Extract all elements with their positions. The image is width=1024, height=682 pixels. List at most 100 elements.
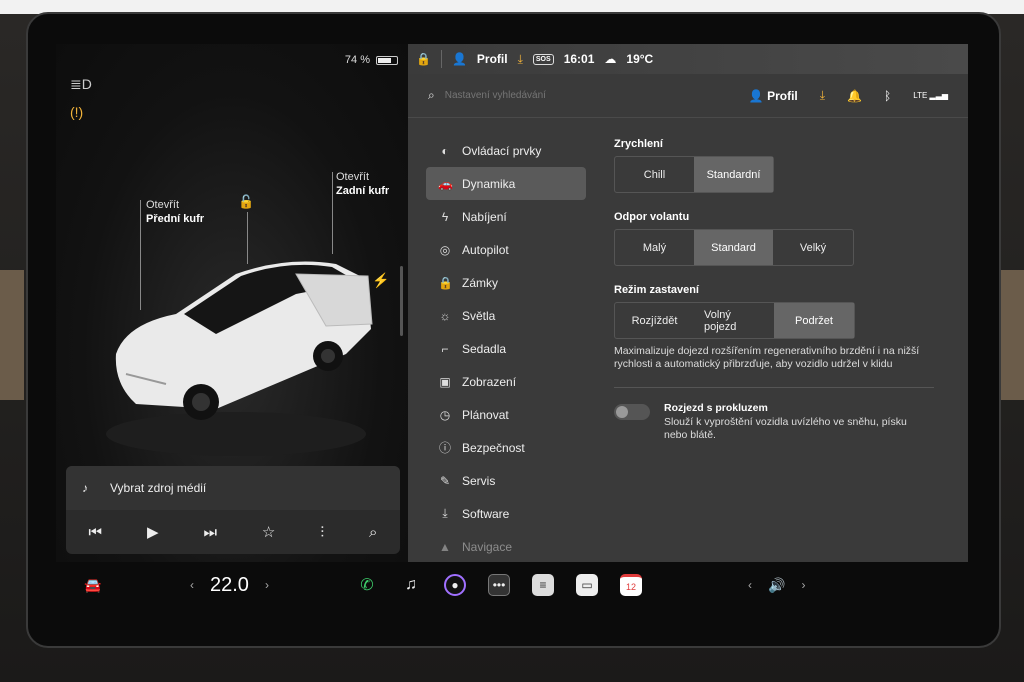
update-download-icon[interactable]: ⤓: [518, 52, 523, 67]
nav-item-label: Světla: [462, 308, 496, 323]
sos-icon[interactable]: SOS: [532, 53, 554, 65]
status-bar: 🔒 👤 Profil ⤓ SOS 16:01 ☁ 19°C: [408, 44, 968, 74]
nav-item-2[interactable]: ϟ Nabíjení: [426, 200, 586, 233]
battery-icon: [376, 55, 398, 65]
touchscreen: 74 % ≣D (!) Otevřít Přední kufr 🔓 Otevří…: [56, 44, 968, 562]
status-profile[interactable]: Profil: [477, 52, 508, 66]
next-track-icon[interactable]: ⏭: [203, 524, 217, 541]
nav-item-5[interactable]: ☼ Světla: [426, 299, 586, 332]
lte-label: LTE: [913, 91, 928, 100]
unlock-icon[interactable]: 🔓: [238, 194, 254, 210]
profile-button[interactable]: 👤 Profil: [749, 89, 798, 103]
notification-bell-icon[interactable]: 🔔: [847, 89, 862, 103]
dynamics-settings: Zrychlení Chill Standardní Odpor volantu …: [614, 138, 944, 442]
camera-icon[interactable]: ●: [444, 574, 466, 596]
calendar-icon[interactable]: 12: [620, 574, 642, 596]
lock-status-icon[interactable]: 🔒: [416, 52, 431, 66]
stopping-mode-selector: Rozjíždět Volný pojezd Podržet: [614, 302, 855, 339]
nav-item-10[interactable]: ✎ Servis: [426, 464, 586, 497]
nav-item-label: Bezpečnost: [462, 440, 525, 455]
cabin-temperature[interactable]: 22.0: [210, 574, 249, 597]
speaker-icon[interactable]: 🔊: [768, 577, 785, 594]
nav-item-8[interactable]: ◷ Plánovat: [426, 398, 586, 431]
lte-signal-icon: LTE ▂▃▅: [913, 91, 948, 100]
steering-option-2[interactable]: Velký: [773, 230, 853, 265]
nav-item-11[interactable]: ⤓ Software: [426, 497, 586, 530]
section-divider: [614, 387, 934, 388]
tire-pressure-icon[interactable]: (!): [70, 104, 83, 120]
headlight-icon[interactable]: ≣D: [70, 76, 92, 93]
nav-item-3[interactable]: ◎ Autopilot: [426, 233, 586, 266]
bolt-icon: ϟ: [441, 209, 449, 224]
alert-icon: ⓘ: [438, 441, 451, 455]
stopping-mode-description: Maximalizuje dojezd rozšířením regenerat…: [614, 345, 920, 370]
bottom-dock: 🚘 ‹ 22.0 › ✆ ♫ ● ••• ≡ ▭ 12 ‹ 🔊 ›: [56, 562, 968, 608]
nav-item-label: Zobrazení: [462, 374, 517, 389]
front-trunk-callout[interactable]: Otevřít Přední kufr: [146, 198, 204, 226]
stopping-mode-title: Režim zastavení: [614, 284, 699, 296]
volume-control: ‹ 🔊 ›: [748, 577, 805, 594]
stopping-option-2[interactable]: Podržet: [774, 303, 854, 338]
settings-search-input[interactable]: [444, 90, 705, 101]
nav-item-label: Navigace: [462, 539, 513, 554]
car-pane-scrollbar[interactable]: [400, 266, 403, 336]
phone-icon[interactable]: ✆: [356, 574, 378, 596]
acceleration-selector: Chill Standardní: [614, 156, 774, 193]
nav-item-label: Zámky: [462, 275, 498, 290]
settings-nav: ◐ Ovládací prvky 🚗 Dynamika ϟ Nabíjení ◎ Autopi…: [426, 134, 586, 562]
nav-item-4[interactable]: 🔒 Zámky: [426, 266, 586, 299]
equalizer-icon[interactable]: ⫶: [320, 524, 324, 541]
battery-percent: 74 %: [344, 54, 370, 66]
temp-up-icon[interactable]: ›: [265, 578, 269, 592]
profile-label: Profil: [767, 88, 798, 103]
front-trunk-label: Přední kufr: [146, 213, 205, 225]
slip-start-toggle[interactable]: [614, 404, 650, 420]
weather-cloud-icon: ☁: [604, 52, 617, 66]
dashboard-trim-left: [0, 270, 24, 400]
media-source-button[interactable]: ♪ Vybrat zdroj médií: [66, 466, 400, 510]
acceleration-option-0[interactable]: Chill: [615, 157, 694, 192]
nav-item-label: Sedadla: [462, 341, 507, 356]
clock-icon: ◷: [439, 407, 451, 422]
media-search-icon[interactable]: ⌕: [369, 524, 377, 541]
bluetooth-icon[interactable]: ᛒ: [884, 89, 891, 103]
rear-trunk-label: Zadní kufr: [336, 185, 390, 197]
nav-item-7[interactable]: ▣ Zobrazení: [426, 365, 586, 398]
steering-option-1[interactable]: Standard: [694, 230, 773, 265]
status-divider: [440, 50, 442, 68]
volume-down-icon[interactable]: ‹: [748, 578, 752, 592]
steering-option-0[interactable]: Malý: [615, 230, 694, 265]
nav-item-0[interactable]: ◐ Ovládací prvky: [426, 134, 586, 167]
nav-item-12[interactable]: ▲ Navigace: [426, 530, 586, 562]
slip-start-row: Rozjezd s prokluzem Slouží k vyproštění …: [614, 402, 944, 442]
music-icon[interactable]: ♫: [400, 574, 422, 596]
media-source-label: Vybrat zdroj médií: [110, 481, 207, 495]
temp-down-icon[interactable]: ‹: [190, 578, 194, 592]
rear-trunk-callout[interactable]: Otevřít Zadní kufr: [336, 170, 389, 198]
nav-item-1[interactable]: 🚗 Dynamika: [426, 167, 586, 200]
rear-trunk-action: Otevřít: [336, 171, 370, 183]
favorite-star-icon[interactable]: ☆: [262, 523, 275, 541]
notes-icon[interactable]: ≡: [532, 574, 554, 596]
steering-selector: Malý Standard Velký: [614, 229, 854, 266]
toybox-icon[interactable]: ▭: [576, 574, 598, 596]
acceleration-option-1[interactable]: Standardní: [694, 157, 773, 192]
steering-title: Odpor volantu: [614, 211, 690, 223]
battery-indicator: 74 %: [345, 54, 398, 66]
more-apps-icon[interactable]: •••: [488, 574, 510, 596]
software-update-icon[interactable]: ⤓: [820, 88, 825, 103]
search-icon: ⌕: [428, 88, 435, 102]
steering-wheel-icon: ◎: [439, 242, 451, 257]
play-icon[interactable]: ▶: [147, 523, 159, 541]
previous-track-icon[interactable]: ⏮: [88, 524, 102, 541]
nav-item-label: Nabíjení: [462, 209, 507, 224]
car-controls-icon[interactable]: 🚘: [84, 577, 101, 594]
front-trunk-action: Otevřít: [146, 199, 180, 211]
stopping-option-1[interactable]: Volný pojezd: [694, 303, 774, 338]
toggle-knob: [616, 406, 628, 418]
stopping-option-0[interactable]: Rozjíždět: [615, 303, 694, 338]
settings-search-row: ⌕ 👤 Profil ⤓ 🔔 ᛒ LTE ▂▃▅: [408, 74, 968, 118]
nav-item-6[interactable]: ⌐ Sedadla: [426, 332, 586, 365]
volume-up-icon[interactable]: ›: [801, 578, 805, 592]
nav-item-9[interactable]: ⓘ Bezpečnost: [426, 431, 586, 464]
